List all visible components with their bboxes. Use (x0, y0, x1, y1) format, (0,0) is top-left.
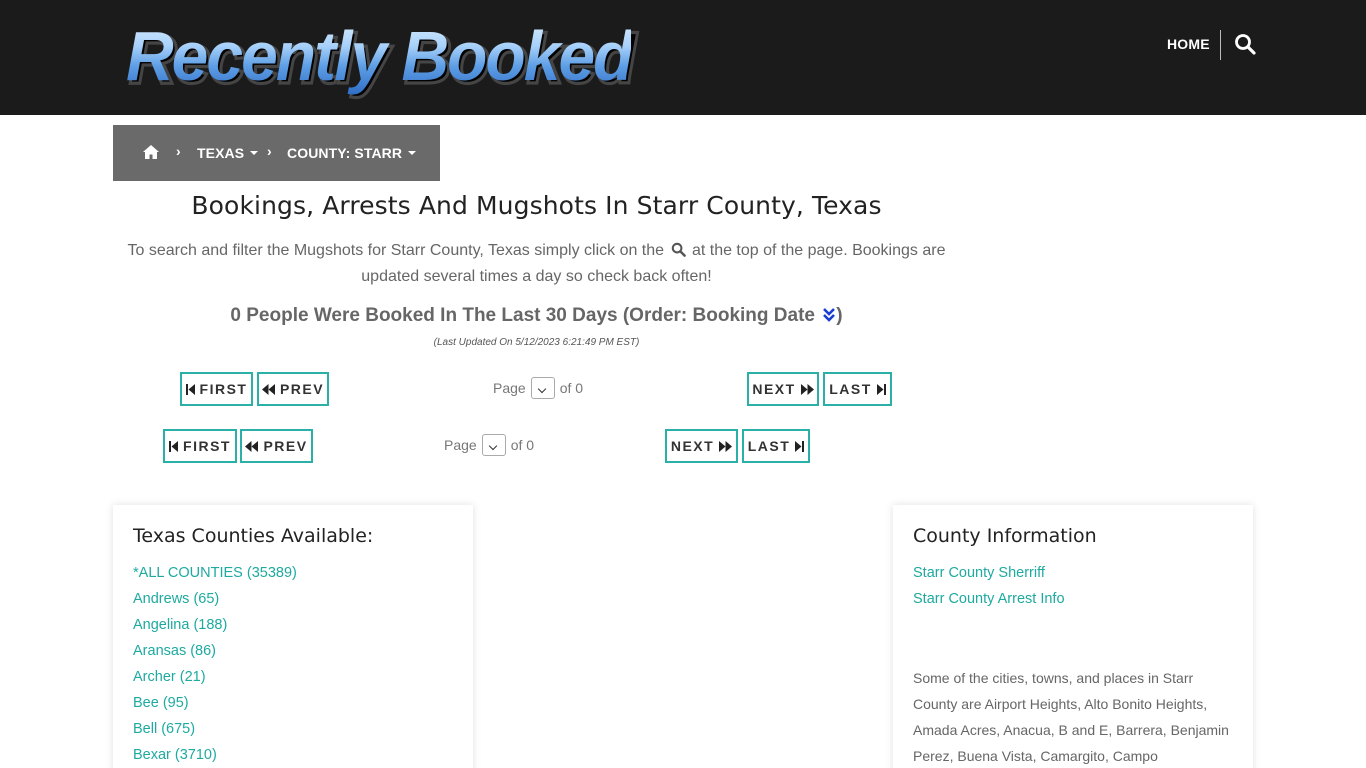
next-page-button[interactable]: NEXT (665, 429, 738, 463)
first-page-button[interactable]: FIRST (180, 372, 253, 406)
breadcrumb-state-label: TEXAS (197, 145, 245, 161)
first-page-button[interactable]: FIRST (163, 429, 237, 463)
prev-page-button[interactable]: PREV (240, 429, 313, 463)
page-of-label: of 0 (510, 437, 535, 453)
next-page-label: NEXT (670, 438, 715, 454)
booking-count-heading: 0 People Were Booked In The Last 30 Days… (113, 305, 960, 327)
county-link[interactable]: Andrews (65) (133, 591, 219, 607)
chevron-right-icon: › (267, 143, 272, 159)
prev-page-label: PREV (279, 381, 325, 397)
logo-text: Recently Booked (126, 17, 633, 95)
page-title: Bookings, Arrests And Mugshots In Starr … (191, 191, 882, 220)
breadcrumb: › TEXAS › COUNTY: STARR (113, 125, 440, 181)
skip-last-icon (795, 440, 805, 452)
fast-forward-icon (800, 383, 814, 395)
next-page-label: NEXT (752, 381, 796, 397)
search-icon[interactable] (1234, 33, 1256, 55)
next-page-button[interactable]: NEXT (747, 372, 819, 406)
sort-descending-icon[interactable] (822, 307, 836, 323)
breadcrumb-county-label: COUNTY: STARR (287, 145, 403, 161)
last-page-label: LAST (747, 438, 791, 454)
last-updated-text: (Last Updated On 5/12/2023 6:21:49 PM ES… (433, 337, 640, 348)
prev-page-label: PREV (263, 438, 308, 454)
booking-count-close: ) (836, 305, 843, 326)
county-info-panel: County Information Starr County Sherriff… (893, 505, 1253, 768)
fast-forward-icon (719, 440, 733, 452)
skip-first-icon (169, 440, 179, 452)
breadcrumb-state[interactable]: TEXAS (197, 145, 259, 161)
page-label: Page (444, 437, 477, 453)
page-label: Page (493, 380, 526, 396)
county-link[interactable]: Archer (21) (133, 669, 206, 685)
page-select-dropdown[interactable] (530, 377, 555, 399)
last-page-label: LAST (829, 381, 872, 397)
skip-last-icon (876, 383, 886, 395)
site-logo[interactable]: Recently Booked Recently Booked (126, 17, 638, 99)
page-selector: Page of 0 (493, 377, 583, 399)
sheriff-link[interactable]: Starr County Sherriff (913, 565, 1045, 581)
site-header: Recently Booked Recently Booked HOME (0, 0, 1366, 115)
county-info-title: County Information (913, 525, 1097, 547)
counties-panel-title: Texas Counties Available: (133, 525, 374, 547)
intro-text-before: To search and filter the Mugshots for St… (127, 242, 665, 259)
county-places-text: Some of the cities, towns, and places in… (913, 670, 1229, 764)
arrest-info-link[interactable]: Starr County Arrest Info (913, 591, 1065, 607)
last-page-button[interactable]: LAST (823, 372, 892, 406)
caret-down-icon (408, 151, 417, 156)
nav-divider (1220, 30, 1221, 60)
first-page-label: FIRST (199, 381, 248, 397)
county-link[interactable]: Bexar (3710) (133, 747, 217, 763)
page-of-label: of 0 (559, 380, 584, 396)
search-icon (671, 242, 686, 257)
page-select-dropdown[interactable] (481, 434, 506, 456)
counties-panel: Texas Counties Available: *ALL COUNTIES … (113, 505, 473, 768)
county-link[interactable]: Bell (675) (133, 721, 195, 737)
chevron-right-icon: › (176, 143, 181, 159)
page-selector: Page of 0 (444, 434, 534, 456)
booking-count-text: 0 People Were Booked In The Last 30 Days… (230, 305, 815, 326)
skip-first-icon (185, 383, 195, 395)
county-link[interactable]: *ALL COUNTIES (35389) (133, 565, 297, 581)
last-page-button[interactable]: LAST (742, 429, 810, 463)
rewind-icon (261, 383, 275, 395)
home-icon[interactable] (142, 144, 160, 160)
first-page-label: FIRST (183, 438, 231, 454)
nav-home-link[interactable]: HOME (1167, 36, 1210, 52)
county-link[interactable]: Aransas (86) (133, 643, 216, 659)
caret-down-icon (250, 151, 259, 156)
county-link[interactable]: Bee (95) (133, 695, 189, 711)
breadcrumb-county[interactable]: COUNTY: STARR (287, 145, 417, 161)
county-link[interactable]: Angelina (188) (133, 617, 227, 633)
prev-page-button[interactable]: PREV (257, 372, 329, 406)
intro-text: To search and filter the Mugshots for St… (113, 238, 960, 290)
rewind-icon (245, 440, 259, 452)
